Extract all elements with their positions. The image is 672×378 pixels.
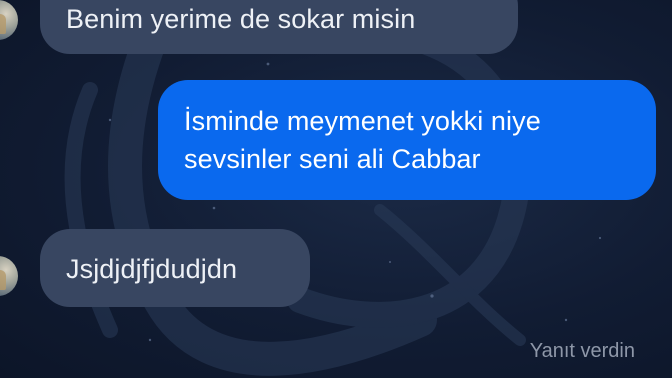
message-bubble-outgoing[interactable]: İsminde meymenet yokki niye sevsinler se…	[158, 80, 656, 200]
message-text: Benim yerime de sokar misin	[66, 4, 416, 34]
message-bubble-incoming[interactable]: Jsjdjdjfjdudjdn	[40, 229, 310, 307]
message-bubble-incoming[interactable]: Benim yerime de sokar misin	[40, 0, 518, 54]
reply-status-label: Yanıt verdin	[529, 340, 635, 362]
sender-avatar[interactable]	[0, 256, 18, 296]
message-text: İsminde meymenet yokki niye sevsinler se…	[184, 106, 541, 174]
sender-avatar[interactable]	[0, 0, 18, 40]
message-text: Jsjdjdjfjdudjdn	[66, 254, 238, 284]
